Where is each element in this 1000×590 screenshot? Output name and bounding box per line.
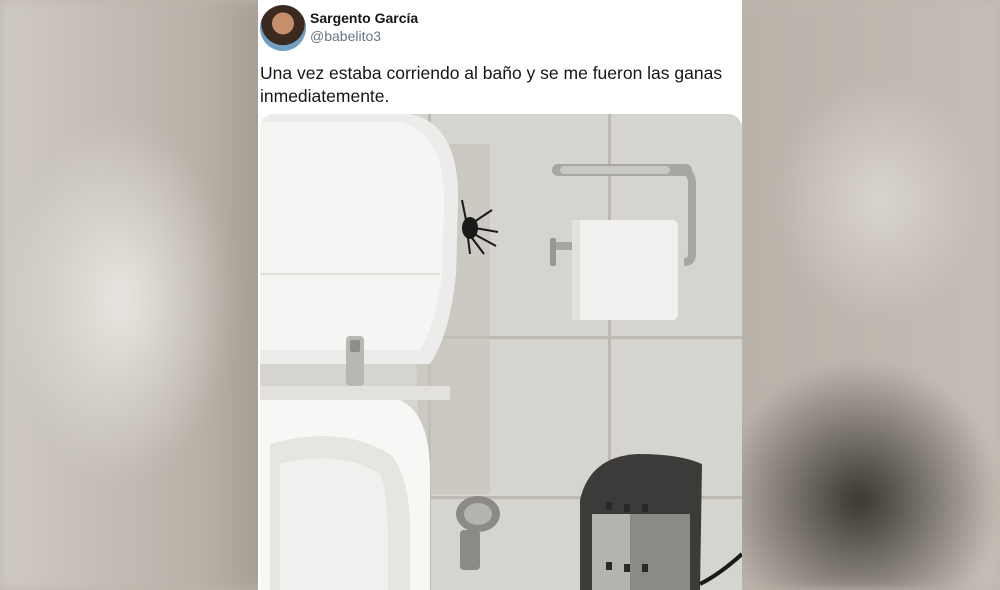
tweet-text: Una vez estaba corriendo al baño y se me… (260, 63, 723, 106)
display-name[interactable]: Sargento García (310, 10, 418, 26)
tweet-photo[interactable] (260, 114, 742, 590)
tweet-header: Sargento García @babelito3 (258, 0, 742, 54)
user-handle[interactable]: @babelito3 (310, 28, 381, 44)
bathroom-scene (260, 114, 742, 590)
tweet-card: Sargento García @babelito3 Una vez estab… (258, 0, 742, 590)
avatar[interactable] (260, 5, 306, 51)
